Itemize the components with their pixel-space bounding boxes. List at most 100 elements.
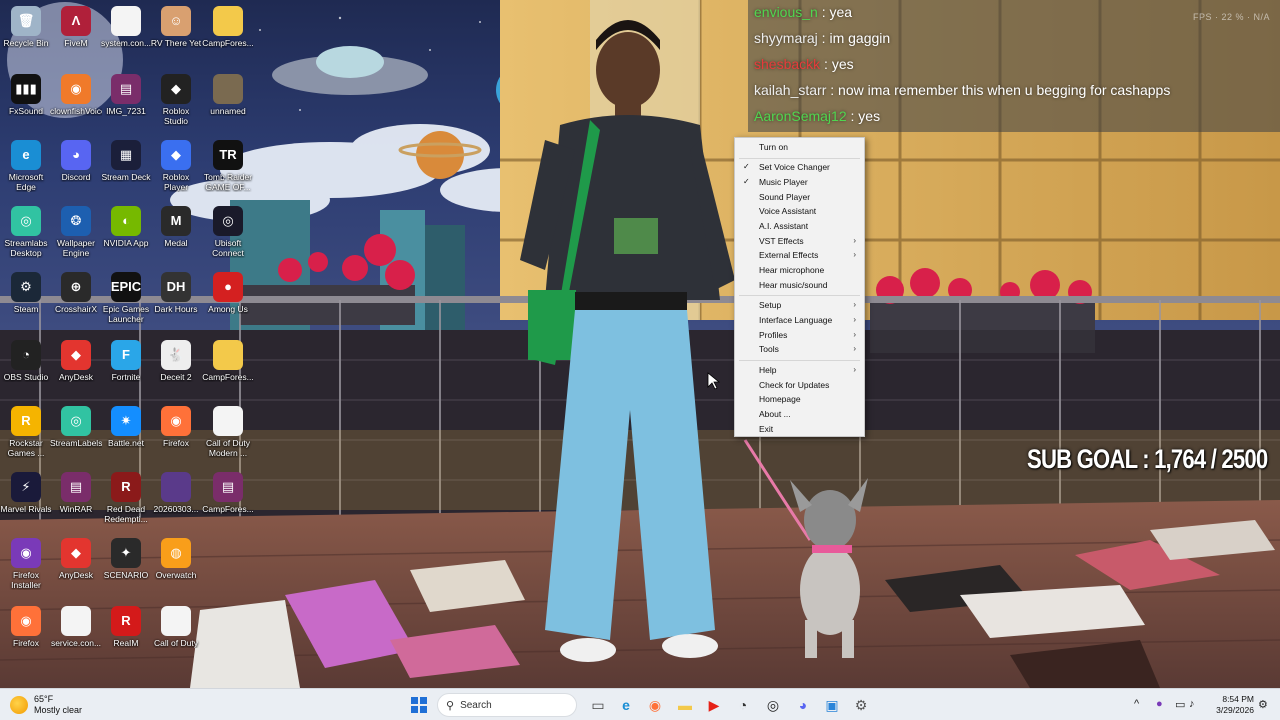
- desktop-icon-unnamed[interactable]: unnamed: [202, 74, 254, 116]
- menu-item-exit[interactable]: Exit: [735, 422, 864, 436]
- desktop-icon-ubisoft[interactable]: ◎ Ubisoft Connect: [202, 206, 254, 258]
- desktop-icon-stream-deck[interactable]: ▦ Stream Deck: [100, 140, 152, 182]
- menu-item-about[interactable]: About ...: [735, 407, 864, 421]
- menu-item-voice-assistant[interactable]: Voice Assistant: [735, 204, 864, 218]
- menu-item-tools[interactable]: Tools ›: [735, 342, 864, 356]
- desktop-icon-call-of-duty-modern[interactable]: Call of Duty Modern ...: [202, 406, 254, 458]
- desktop-icon-fortnite[interactable]: F Fortnite: [100, 340, 152, 382]
- taskbar-clock[interactable]: 8:54 PM 3/29/2026: [1206, 694, 1254, 716]
- taskbar-discord[interactable]: ◕: [791, 693, 815, 717]
- desktop-icon-system-con[interactable]: system.con...: [100, 6, 152, 48]
- menu-item-interface-language[interactable]: Interface Language ›: [735, 313, 864, 327]
- desktop-icon-label: system.con...: [100, 38, 152, 48]
- tray-volume-icon[interactable]: ♪: [1189, 698, 1195, 710]
- desktop-icon-nvidia-app[interactable]: ◐ NVIDIA App: [100, 206, 152, 248]
- desktop-icon-clownfish[interactable]: ◉ clownfishVoiceChanger: [50, 74, 102, 116]
- menu-item-turn-on[interactable]: Turn on: [735, 140, 864, 154]
- desktop-icon-realm[interactable]: R ReaIM: [100, 606, 152, 648]
- taskbar-youtube[interactable]: ▶: [702, 693, 726, 717]
- desktop-icon-campfores-2[interactable]: CampFores...: [202, 340, 254, 382]
- photos-icon: ▣: [825, 696, 839, 713]
- desktop-icon-call-of-duty[interactable]: Call of Duty: [150, 606, 202, 648]
- menu-item-check-for-updates[interactable]: Check for Updates: [735, 378, 864, 392]
- menu-item-set-voice-changer[interactable]: ✓ Set Voice Changer: [735, 160, 864, 174]
- desktop-icon-service-con[interactable]: service.con...: [50, 606, 102, 648]
- desktop-icon-label: Roblox Player: [162, 172, 190, 192]
- taskbar-edge[interactable]: e: [614, 693, 638, 717]
- chat-username: AaronSemaj12: [754, 108, 847, 124]
- start-button[interactable]: [407, 693, 431, 717]
- desktop-icon-firefox-1[interactable]: ◉ Firefox: [150, 406, 202, 448]
- weather-widget[interactable]: 65°F Mostly clear: [10, 693, 82, 717]
- submenu-chevron-icon: ›: [853, 365, 856, 374]
- desktop-icon-overwatch[interactable]: ◍ Overwatch: [150, 538, 202, 580]
- tray-microphone-icon[interactable]: ●: [1156, 698, 1163, 710]
- desktop-icon-battle-net[interactable]: ✷ Battle.net: [100, 406, 152, 448]
- desktop-icon-winrar[interactable]: ▤ WinRAR: [50, 472, 102, 514]
- taskbar-photos[interactable]: ▣: [820, 693, 844, 717]
- file-icon: [61, 606, 91, 636]
- taskbar-obs[interactable]: ◔: [731, 693, 755, 717]
- menu-item-hear-music-sound[interactable]: Hear music/sound: [735, 278, 864, 292]
- desktop-icon-epic-games[interactable]: EPIC Epic Games Launcher: [100, 272, 152, 324]
- menu-item-vst-effects[interactable]: VST Effects ›: [735, 234, 864, 248]
- desktop-icon-rockstar[interactable]: R Rockstar Games ...: [0, 406, 52, 458]
- menu-item-hear-microphone[interactable]: Hear microphone: [735, 263, 864, 277]
- taskbar-file-explorer[interactable]: ▬: [673, 693, 697, 717]
- taskbar-streamlabs[interactable]: ◎: [761, 693, 785, 717]
- desktop-icon-edge[interactable]: e Microsoft Edge: [0, 140, 52, 192]
- desktop-icon-file-2026[interactable]: 20260303...: [150, 472, 202, 514]
- winrar-icon: ▤: [111, 74, 141, 104]
- tray-notification-icon[interactable]: ⚙: [1258, 698, 1268, 711]
- desktop-icon-scenario[interactable]: ✦ SCENARIO: [100, 538, 152, 580]
- desktop-icon-streamlabels[interactable]: ◎ StreamLabels: [50, 406, 102, 448]
- desktop-icon-fxsound[interactable]: ▮▮▮ FxSound: [0, 74, 52, 116]
- chat-message: envious_n : yea: [754, 4, 852, 20]
- desktop-icon-rv-there-yet[interactable]: ☺ RV There Yet: [150, 6, 202, 48]
- desktop-icon-anydesk-2[interactable]: ◆ AnyDesk: [50, 538, 102, 580]
- desktop-icon-roblox-player[interactable]: ◆ Roblox Player: [150, 140, 202, 192]
- desktop-icon-obs[interactable]: ◔ OBS Studio: [0, 340, 52, 382]
- tray-network-icon[interactable]: ▭: [1175, 698, 1185, 711]
- menu-item-a-i-assistant[interactable]: A.I. Assistant: [735, 219, 864, 233]
- menu-item-help[interactable]: Help ›: [735, 363, 864, 377]
- desktop-icon-medal[interactable]: M Medal: [150, 206, 202, 248]
- desktop-icon-wallpaper-engine[interactable]: ❂ Wallpaper Engine: [50, 206, 102, 258]
- wallpaper-engine-icon: ❂: [61, 206, 91, 236]
- clock-time: 8:54 PM: [1222, 694, 1254, 704]
- desktop-icon-discord[interactable]: ◕ Discord: [50, 140, 102, 182]
- menu-item-profiles[interactable]: Profiles ›: [735, 328, 864, 342]
- tray-chevron-up-icon[interactable]: ^: [1134, 698, 1139, 710]
- desktop-icon-roblox-studio[interactable]: ◆ Roblox Studio: [150, 74, 202, 126]
- menu-item-music-player[interactable]: ✓ Music Player: [735, 175, 864, 189]
- taskbar-search-input[interactable]: ⚲ Search: [437, 693, 577, 717]
- desktop-icon-among-us[interactable]: ● Among Us: [202, 272, 254, 314]
- desktop-icon-dark-hours[interactable]: DH Dark Hours: [150, 272, 202, 314]
- desktop-icon-campfores-1[interactable]: CampFores...: [202, 6, 254, 48]
- desktop-icon-steam[interactable]: ⚙ Steam: [0, 272, 52, 314]
- task-view-button[interactable]: ▭: [586, 693, 610, 717]
- desktop-icon-streamlabs[interactable]: ◎ Streamlabs Desktop: [0, 206, 52, 258]
- desktop-icon-recycle-bin[interactable]: 🗑 Recycle Bin: [0, 6, 52, 48]
- desktop-icon-anydesk-1[interactable]: ◆ AnyDesk: [50, 340, 102, 382]
- menu-item-homepage[interactable]: Homepage: [735, 392, 864, 406]
- taskbar-settings[interactable]: ⚙: [849, 693, 873, 717]
- desktop-icon-red-dead[interactable]: R Red Dead Redempti...: [100, 472, 152, 524]
- desktop-icon-firefox-2[interactable]: ◉ Firefox: [0, 606, 52, 648]
- desktop-icon-label: Firefox: [13, 638, 39, 648]
- menu-item-sound-player[interactable]: Sound Player: [735, 190, 864, 204]
- desktop-icon-img-7231[interactable]: ▤ IMG_7231: [100, 74, 152, 116]
- desktop-icon-fivem[interactable]: Λ FiveM: [50, 6, 102, 48]
- desktop-icon-tomb-raider[interactable]: TR Tomb Raider GAME OF...: [202, 140, 254, 192]
- taskbar-firefox[interactable]: ◉: [643, 693, 667, 717]
- menu-item-external-effects[interactable]: External Effects ›: [735, 248, 864, 262]
- desktop-icon-label: Steam: [13, 304, 39, 314]
- desktop-icon-crosshair-x[interactable]: ⊕ CrosshairX: [50, 272, 102, 314]
- desktop-icon-deceit-2[interactable]: 🐇 Deceit 2: [150, 340, 202, 382]
- windows-icon: [411, 697, 427, 713]
- desktop-icon-firefox-installer[interactable]: ◉ Firefox Installer: [0, 538, 52, 590]
- desktop-icon-campfores-3[interactable]: ▤ CampFores...: [202, 472, 254, 514]
- desktop-icon-marvel-rivals[interactable]: ⚡ Marvel Rivals: [0, 472, 52, 514]
- menu-item-setup[interactable]: Setup ›: [735, 298, 864, 312]
- desktop-icon-label: CampFores...: [202, 372, 254, 382]
